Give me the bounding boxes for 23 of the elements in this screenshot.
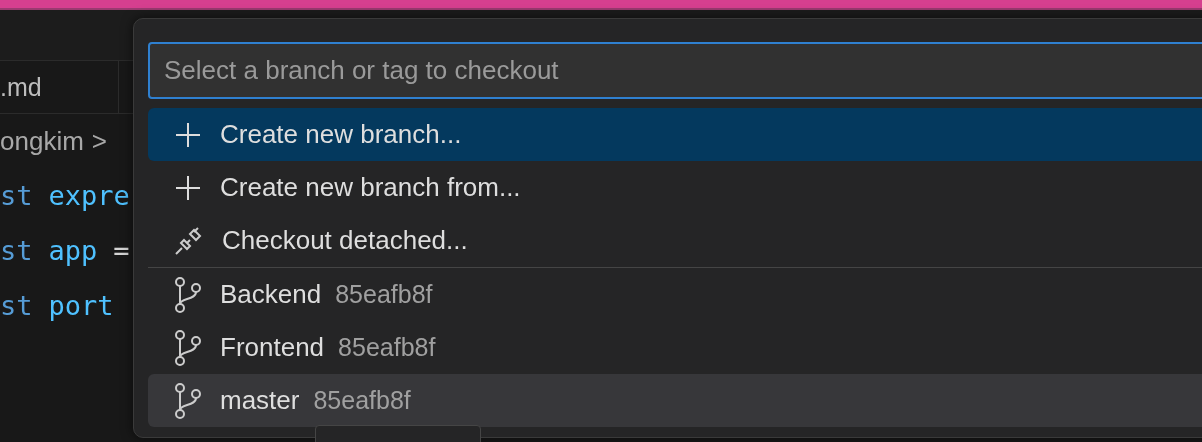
git-branch-icon bbox=[174, 276, 202, 313]
code-token: st bbox=[0, 290, 33, 321]
quick-pick-item[interactable]: Create new branch... bbox=[148, 108, 1202, 161]
breadcrumb-item[interactable]: ongkim bbox=[0, 125, 84, 157]
git-branch-icon bbox=[174, 329, 202, 366]
search-field[interactable]: Select a branch or tag to checkout bbox=[148, 42, 1202, 99]
code-token: port bbox=[48, 290, 114, 321]
branch-item[interactable]: Frontend 85eafb8f bbox=[148, 321, 1202, 374]
plus-icon bbox=[174, 120, 202, 149]
plug-icon bbox=[174, 225, 204, 256]
code-token: app bbox=[48, 235, 98, 266]
branch-item[interactable]: Backend 85eafb8f bbox=[148, 268, 1202, 321]
quick-pick-item[interactable]: Create new branch from... bbox=[148, 161, 1202, 214]
code-token: expre bbox=[48, 180, 130, 211]
editor-tab[interactable]: .md bbox=[0, 61, 119, 113]
plus-icon bbox=[174, 173, 202, 202]
code-token: st bbox=[0, 180, 33, 211]
quick-pick-item[interactable]: Checkout detached... bbox=[148, 214, 1202, 267]
branch-item[interactable]: master 85eafb8f bbox=[148, 374, 1202, 427]
code-token: st bbox=[0, 235, 33, 266]
git-branch-icon bbox=[174, 382, 202, 419]
code-token: = bbox=[113, 235, 130, 266]
breadcrumb-separator: > bbox=[91, 125, 107, 157]
